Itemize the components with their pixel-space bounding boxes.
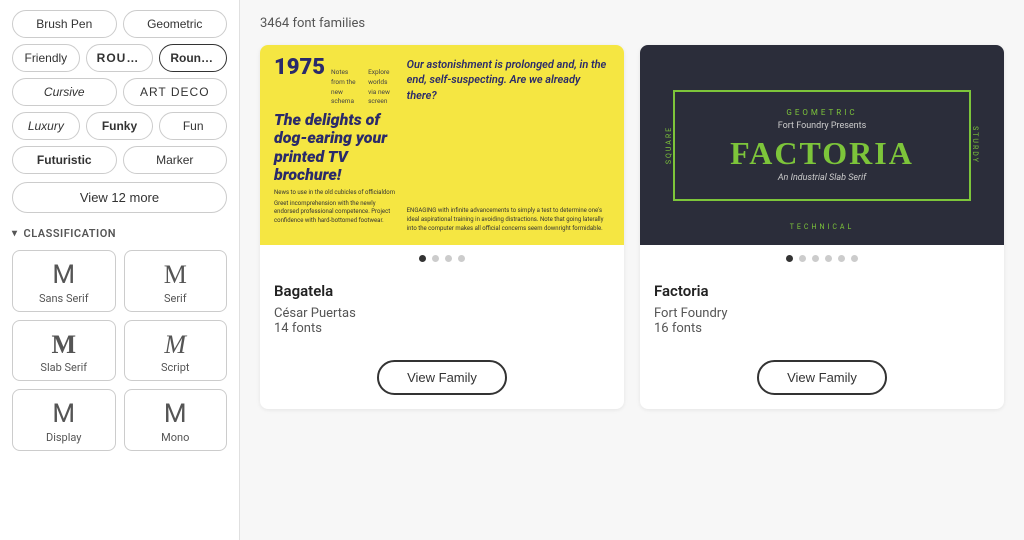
slab-serif-label: Slab Serif: [40, 361, 87, 374]
factoria-bottom: TECHNICAL: [790, 223, 855, 231]
bagatela-title: Bagatela: [274, 282, 610, 300]
result-count: 3464 font families: [260, 16, 1004, 31]
factoria-dots: [640, 245, 1004, 272]
tag-brush-pen[interactable]: Brush Pen: [12, 10, 117, 38]
slab-serif-letter: M: [51, 331, 76, 360]
bagatela-small1-label: News to use in the old cubicles of offic…: [274, 189, 399, 197]
font-cards-container: 1975 Notes from the new schema Explore w…: [260, 45, 1004, 409]
classif-script[interactable]: M Script: [124, 320, 228, 382]
factoria-dot-2: [799, 255, 806, 262]
factoria-preview-content: SQUARE GEOMETRIC Fort Foundry Presents F…: [640, 45, 1004, 245]
classification-header: ▾ CLASSIFICATION: [12, 227, 227, 240]
bagatela-small2: Greet incomprehension with the newly end…: [274, 200, 399, 225]
factoria-info: Factoria Fort Foundry 16 fonts: [640, 272, 1004, 350]
font-card-factoria: SQUARE GEOMETRIC Fort Foundry Presents F…: [640, 45, 1004, 409]
bagatela-year: 1975: [274, 57, 325, 79]
view-more-button[interactable]: View 12 more: [12, 182, 227, 213]
bagatela-left-col: 1975 Notes from the new schema Explore w…: [274, 57, 399, 233]
bagatela-view-family-button[interactable]: View Family: [377, 360, 507, 395]
tag-funky[interactable]: Funky: [86, 112, 154, 140]
bagatela-headline: The delights of dog-earing your printed …: [274, 111, 399, 185]
bagatela-fonts: 14 fonts: [274, 321, 610, 336]
dot-1: [419, 255, 426, 262]
main-content: 3464 font families 1975 Notes from the n…: [240, 0, 1024, 540]
bagatela-notes1: Notes from the: [331, 68, 362, 88]
tag-geometric[interactable]: Geometric: [123, 10, 228, 38]
factoria-name: FACTORIA: [695, 137, 950, 169]
factoria-side-right: STURDY: [971, 126, 979, 164]
chevron-down-icon: ▾: [12, 228, 18, 239]
classif-serif[interactable]: M Serif: [124, 250, 228, 312]
dot-4: [458, 255, 465, 262]
factoria-preview: SQUARE GEOMETRIC Fort Foundry Presents F…: [640, 45, 1004, 245]
factoria-subtitle: An Industrial Slab Serif: [695, 173, 950, 183]
display-letter: M: [52, 400, 75, 429]
factoria-inner-box: GEOMETRIC Fort Foundry Presents FACTORIA…: [673, 90, 972, 201]
tag-rounded[interactable]: Rounded: [159, 44, 227, 72]
factoria-view-family-button[interactable]: View Family: [757, 360, 887, 395]
display-label: Display: [46, 431, 82, 444]
tag-row-2: Friendly ROUGH Rounded: [12, 44, 227, 72]
bagatela-author: César Puertas: [274, 306, 610, 321]
serif-label: Serif: [164, 292, 187, 305]
mono-letter: M: [164, 400, 187, 429]
bagatela-right-col: Our astonishment is prolonged and, in th…: [407, 57, 610, 233]
tag-marker[interactable]: Marker: [123, 146, 228, 174]
classif-display[interactable]: M Display: [12, 389, 116, 451]
sans-serif-label: Sans Serif: [39, 292, 89, 305]
factoria-dot-4: [825, 255, 832, 262]
factoria-dot-5: [838, 255, 845, 262]
serif-letter: M: [164, 261, 187, 290]
tag-row-3: Cursive ART DECO: [12, 78, 227, 106]
classif-slab-serif[interactable]: M Slab Serif: [12, 320, 116, 382]
bagatela-explore2: via new screen: [368, 88, 399, 108]
bagatela-info: Bagatela César Puertas 14 fonts: [260, 272, 624, 350]
factoria-geometric: GEOMETRIC: [695, 108, 950, 117]
font-card-bagatela: 1975 Notes from the new schema Explore w…: [260, 45, 624, 409]
bagatela-explore1: Explore worlds: [368, 68, 399, 88]
script-label: Script: [161, 361, 189, 374]
bagatela-preview-content: 1975 Notes from the new schema Explore w…: [260, 45, 624, 245]
tag-row-4: Luxury Funky Fun: [12, 112, 227, 140]
factoria-title: Factoria: [654, 282, 990, 300]
tag-fun[interactable]: Fun: [159, 112, 227, 140]
sidebar: Brush Pen Geometric Friendly ROUGH Round…: [0, 0, 240, 540]
dot-3: [445, 255, 452, 262]
factoria-dot-3: [812, 255, 819, 262]
bagatela-footer: View Family: [260, 350, 624, 409]
factoria-fonts: 16 fonts: [654, 321, 990, 336]
classif-sans-serif[interactable]: M Sans Serif: [12, 250, 116, 312]
factoria-dot-1: [786, 255, 793, 262]
tag-rough[interactable]: ROUGH: [86, 44, 154, 72]
classif-mono[interactable]: M Mono: [124, 389, 228, 451]
bagatela-body: ENGAGING with infinite advancements to s…: [407, 206, 610, 233]
tag-friendly[interactable]: Friendly: [12, 44, 80, 72]
tag-row-5: Futuristic Marker: [12, 146, 227, 174]
tag-futuristic[interactable]: Futuristic: [12, 146, 117, 174]
tag-row-1: Brush Pen Geometric: [12, 10, 227, 38]
bagatela-notes2: new schema: [331, 88, 362, 108]
tag-cursive[interactable]: Cursive: [12, 78, 117, 106]
bagatela-preview: 1975 Notes from the new schema Explore w…: [260, 45, 624, 245]
classification-label: CLASSIFICATION: [24, 227, 117, 240]
factoria-author: Fort Foundry: [654, 306, 990, 321]
bagatela-small1: News to use in the old cubicles of offic…: [274, 189, 399, 226]
sans-serif-letter: M: [52, 261, 75, 290]
script-letter: M: [164, 331, 186, 360]
mono-label: Mono: [161, 431, 189, 444]
bagatela-dots: [260, 245, 624, 272]
factoria-presents: Fort Foundry Presents: [695, 121, 950, 131]
factoria-footer: View Family: [640, 350, 1004, 409]
factoria-side-left: SQUARE: [665, 126, 673, 164]
bagatela-quote: Our astonishment is prolonged and, in th…: [407, 57, 610, 103]
tag-luxury[interactable]: Luxury: [12, 112, 80, 140]
dot-2: [432, 255, 439, 262]
tag-art-deco[interactable]: ART DECO: [123, 78, 228, 106]
classification-grid: M Sans Serif M Serif M Slab Serif M Scri…: [12, 250, 227, 451]
factoria-dot-6: [851, 255, 858, 262]
